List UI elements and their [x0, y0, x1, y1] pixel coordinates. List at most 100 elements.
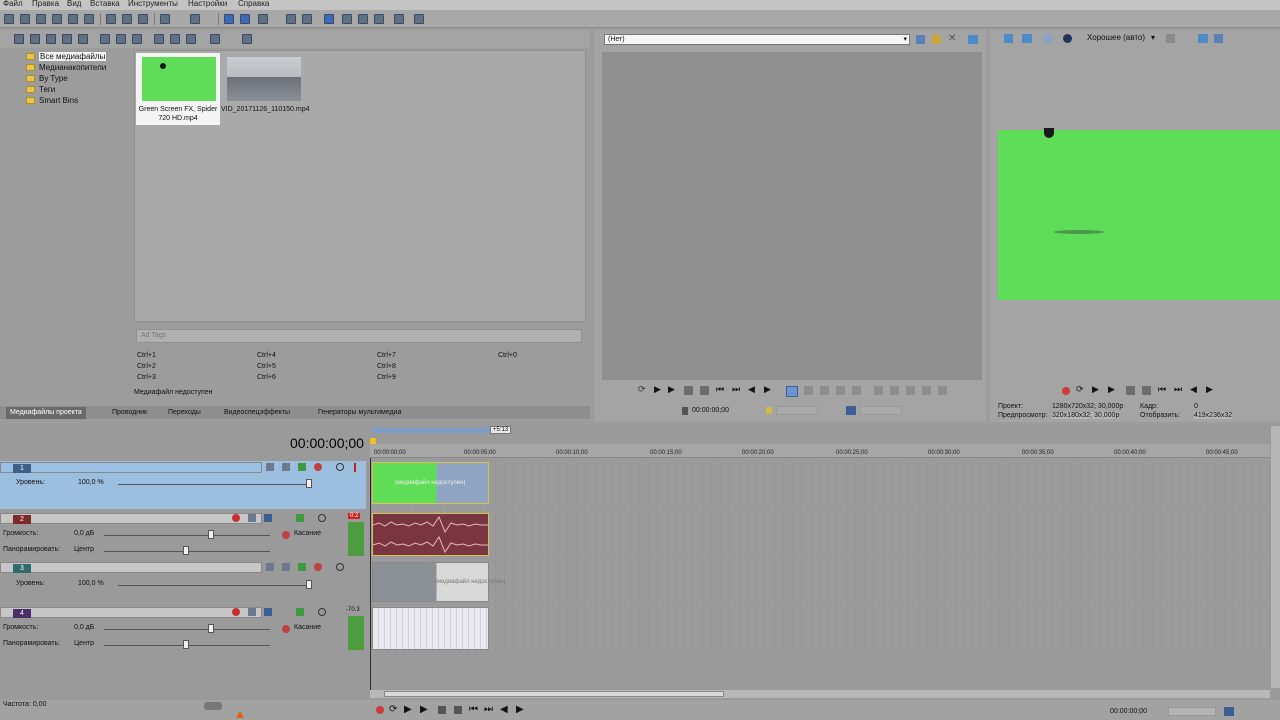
level-slider[interactable] [306, 479, 312, 488]
video-event-green-screen[interactable]: (медиафайл недоступен) [372, 462, 489, 504]
output-icon[interactable] [296, 608, 304, 616]
volume-slider[interactable] [208, 624, 214, 633]
remove-media-icon[interactable] [100, 34, 110, 44]
loop-icon[interactable]: ⟳ [389, 704, 397, 715]
input-icon[interactable] [264, 514, 272, 522]
gear-icon[interactable] [314, 463, 322, 471]
tree-item-smart-bins[interactable]: Smart Bins [26, 96, 78, 105]
open-icon[interactable] [20, 14, 30, 24]
trimmer-media-select[interactable]: (Нет) ▾ [604, 34, 910, 45]
track-lane-audio-2[interactable] [370, 512, 1270, 558]
compositing-icon[interactable] [298, 563, 306, 571]
split-icon[interactable] [852, 386, 861, 395]
import-media-icon[interactable] [14, 34, 24, 44]
input-icon[interactable] [264, 608, 272, 616]
arm-record-icon[interactable] [232, 608, 240, 616]
prev-frame-icon[interactable]: ◀ [748, 384, 757, 394]
snapping-icon[interactable] [302, 14, 312, 24]
zoom-tool-icon[interactable] [286, 14, 296, 24]
next-frame-icon[interactable]: ▶ [516, 704, 524, 715]
media-item-vid[interactable]: VID_20171126_110150.mp4 [221, 53, 309, 125]
media-properties-icon[interactable] [116, 34, 126, 44]
track-fx-icon[interactable] [282, 463, 290, 471]
insert-icon[interactable] [820, 386, 829, 395]
save-icon[interactable] [36, 14, 46, 24]
track-name-field[interactable]: 1 [0, 462, 262, 473]
search-icon[interactable] [242, 34, 252, 44]
timeline-vertical-scrollbar[interactable] [1271, 426, 1280, 688]
properties-icon[interactable] [84, 14, 94, 24]
redo-icon[interactable] [190, 14, 200, 24]
tab-media-generators[interactable]: Генераторы мультимедиа [314, 407, 405, 419]
level-slider[interactable] [306, 580, 312, 589]
get-media-icon[interactable] [46, 34, 56, 44]
audio-event-green-screen[interactable] [372, 513, 489, 556]
go-to-start-icon[interactable]: ⏮ [716, 384, 725, 394]
arm-record-icon[interactable] [232, 514, 240, 522]
track-header-audio-4[interactable]: 4 Громкость: 0,0 дБ Панорамировать: Цент… [0, 606, 366, 652]
save-snapshot-icon[interactable] [1214, 34, 1223, 43]
track-fx-icon[interactable] [248, 608, 256, 616]
menu-insert[interactable]: Вставка [90, 0, 120, 8]
automation-mode[interactable]: Касание [294, 530, 321, 537]
trimmer-add-icon[interactable] [916, 35, 925, 44]
track-header-video-3[interactable]: 3 Уровень: 100,0 % [0, 561, 366, 603]
track-lane-video-1[interactable] [370, 461, 1270, 509]
selection-tool-icon[interactable] [258, 14, 268, 24]
play-icon[interactable] [154, 34, 164, 44]
normal-edit-tool-icon[interactable] [224, 14, 234, 24]
trimmer-in-field[interactable] [776, 406, 818, 415]
copy-snapshot-icon[interactable] [1198, 34, 1208, 43]
trimmer-tag-icon[interactable] [932, 35, 941, 44]
tab-transitions[interactable]: Переходы [164, 407, 205, 419]
track-motion-icon[interactable] [266, 563, 274, 571]
add-to-timeline-start-icon[interactable] [874, 386, 883, 395]
cut-icon[interactable] [106, 14, 116, 24]
stop-icon[interactable] [700, 386, 709, 395]
pan-slider[interactable] [183, 640, 189, 649]
split-screen-icon[interactable] [1063, 34, 1072, 43]
stop-icon[interactable] [1142, 386, 1151, 395]
go-to-start-icon[interactable]: ⏮ [469, 704, 478, 715]
output-icon[interactable] [296, 514, 304, 522]
track-header-audio-2[interactable]: 2 Громкость: 0,0 дБ Панорамировать: Цент… [0, 512, 366, 558]
play-icon[interactable]: ▶ [420, 704, 428, 715]
play-icon[interactable]: ▶ [1108, 384, 1117, 394]
tab-project-media[interactable]: Медиафайлы проекта [6, 407, 86, 419]
track-header-video-1[interactable]: 1 Уровень: 100,0 % [0, 461, 366, 509]
play-from-start-icon[interactable]: ▶ [404, 704, 412, 715]
play-icon[interactable]: ▶ [668, 384, 677, 394]
track-fx-icon[interactable] [248, 514, 256, 522]
add-to-timeline-end-icon[interactable] [890, 386, 899, 395]
menu-help[interactable]: Справка [238, 0, 269, 8]
tag-input[interactable]: Ad Tags [136, 329, 582, 343]
record-icon[interactable] [1062, 387, 1070, 395]
track-fx-icon[interactable] [282, 563, 290, 571]
loop-icon[interactable]: ⟳ [638, 384, 647, 394]
auto-preview-icon[interactable] [186, 34, 196, 44]
replace-media-icon[interactable] [132, 34, 142, 44]
play-from-start-icon[interactable]: ▶ [654, 384, 663, 394]
track-name-field[interactable]: 3 [0, 562, 262, 573]
go-to-end-icon[interactable]: ⏭ [1174, 384, 1183, 394]
tab-explorer[interactable]: Проводник [108, 407, 151, 419]
new-project-icon[interactable] [4, 14, 14, 24]
scrollbar-thumb[interactable] [384, 691, 724, 697]
media-item-green-screen[interactable]: Green Screen FX, Spider 720 HD.mp4 [136, 53, 220, 125]
event-pan-crop-icon[interactable] [394, 14, 404, 24]
video-event-vid[interactable]: (медиафайл недоступен) [372, 562, 505, 602]
go-to-end-icon[interactable]: ⏭ [732, 384, 741, 394]
media-fx-icon[interactable] [62, 34, 72, 44]
preview-fx-icon[interactable] [1044, 34, 1053, 43]
envelope-tool-icon[interactable] [240, 14, 250, 24]
timeline-ruler[interactable]: 00:00:00;00 00:00:05;00 00:00:10;00 00:0… [370, 444, 1270, 458]
menu-edit[interactable]: Правка [32, 0, 59, 8]
track-lane-audio-4[interactable] [370, 606, 1270, 652]
trim-in-icon[interactable] [906, 386, 915, 395]
views-icon[interactable] [210, 34, 220, 44]
menu-settings[interactable]: Настройки [188, 0, 227, 8]
rate-slider[interactable] [204, 702, 222, 710]
undo-icon[interactable] [160, 14, 170, 24]
stop-icon[interactable] [170, 34, 180, 44]
paste-icon[interactable] [138, 14, 148, 24]
